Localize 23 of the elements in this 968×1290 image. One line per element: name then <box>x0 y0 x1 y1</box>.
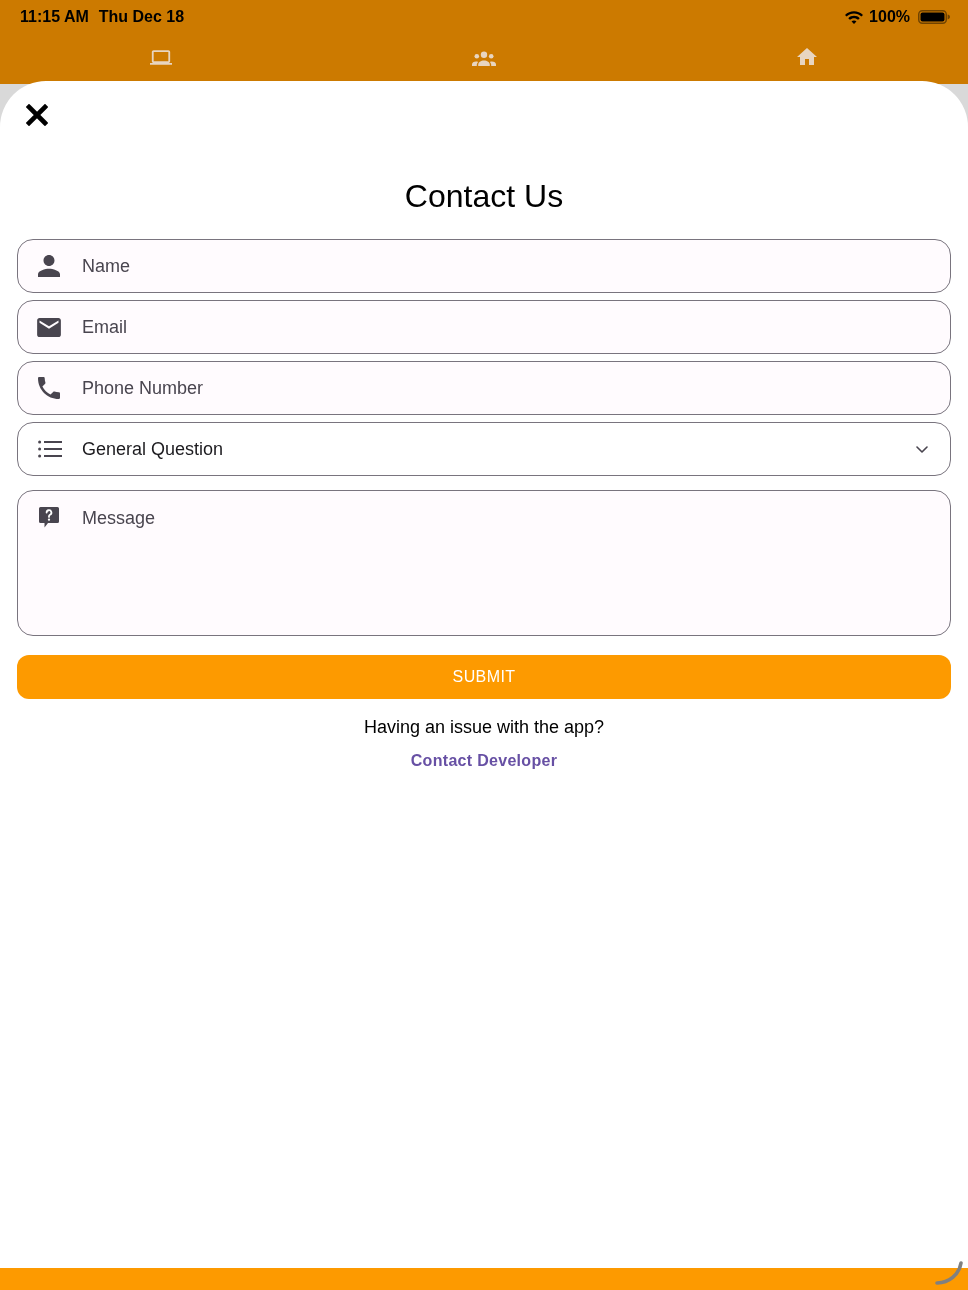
resize-handle-icon[interactable] <box>935 1261 963 1285</box>
battery-icon <box>918 10 950 24</box>
question-bubble-icon <box>37 505 61 529</box>
house-icon[interactable] <box>796 48 817 65</box>
status-time: 11:15 AM <box>20 7 89 27</box>
status-date: Thu Dec 18 <box>98 7 185 27</box>
phone-icon <box>38 377 60 399</box>
battery-percent: 100% <box>869 7 910 27</box>
wifi-icon <box>845 10 864 24</box>
chevron-down-icon <box>916 445 928 453</box>
list-icon <box>38 440 62 458</box>
message-field[interactable]: Message <box>17 490 951 636</box>
phone-field[interactable]: Phone Number <box>17 361 951 415</box>
email-field[interactable]: Email <box>17 300 951 354</box>
laptop-icon[interactable] <box>150 50 173 65</box>
person-icon <box>38 255 60 277</box>
people-icon[interactable] <box>472 51 496 66</box>
sheet-title: Contact Us <box>403 177 565 216</box>
help-text: Having an issue with the app? <box>363 716 605 739</box>
name-field[interactable]: Name <box>17 239 951 293</box>
close-icon[interactable] <box>26 104 48 126</box>
contact-developer-link[interactable]: Contact Developer <box>410 750 558 772</box>
category-dropdown[interactable]: General Question <box>17 422 951 476</box>
